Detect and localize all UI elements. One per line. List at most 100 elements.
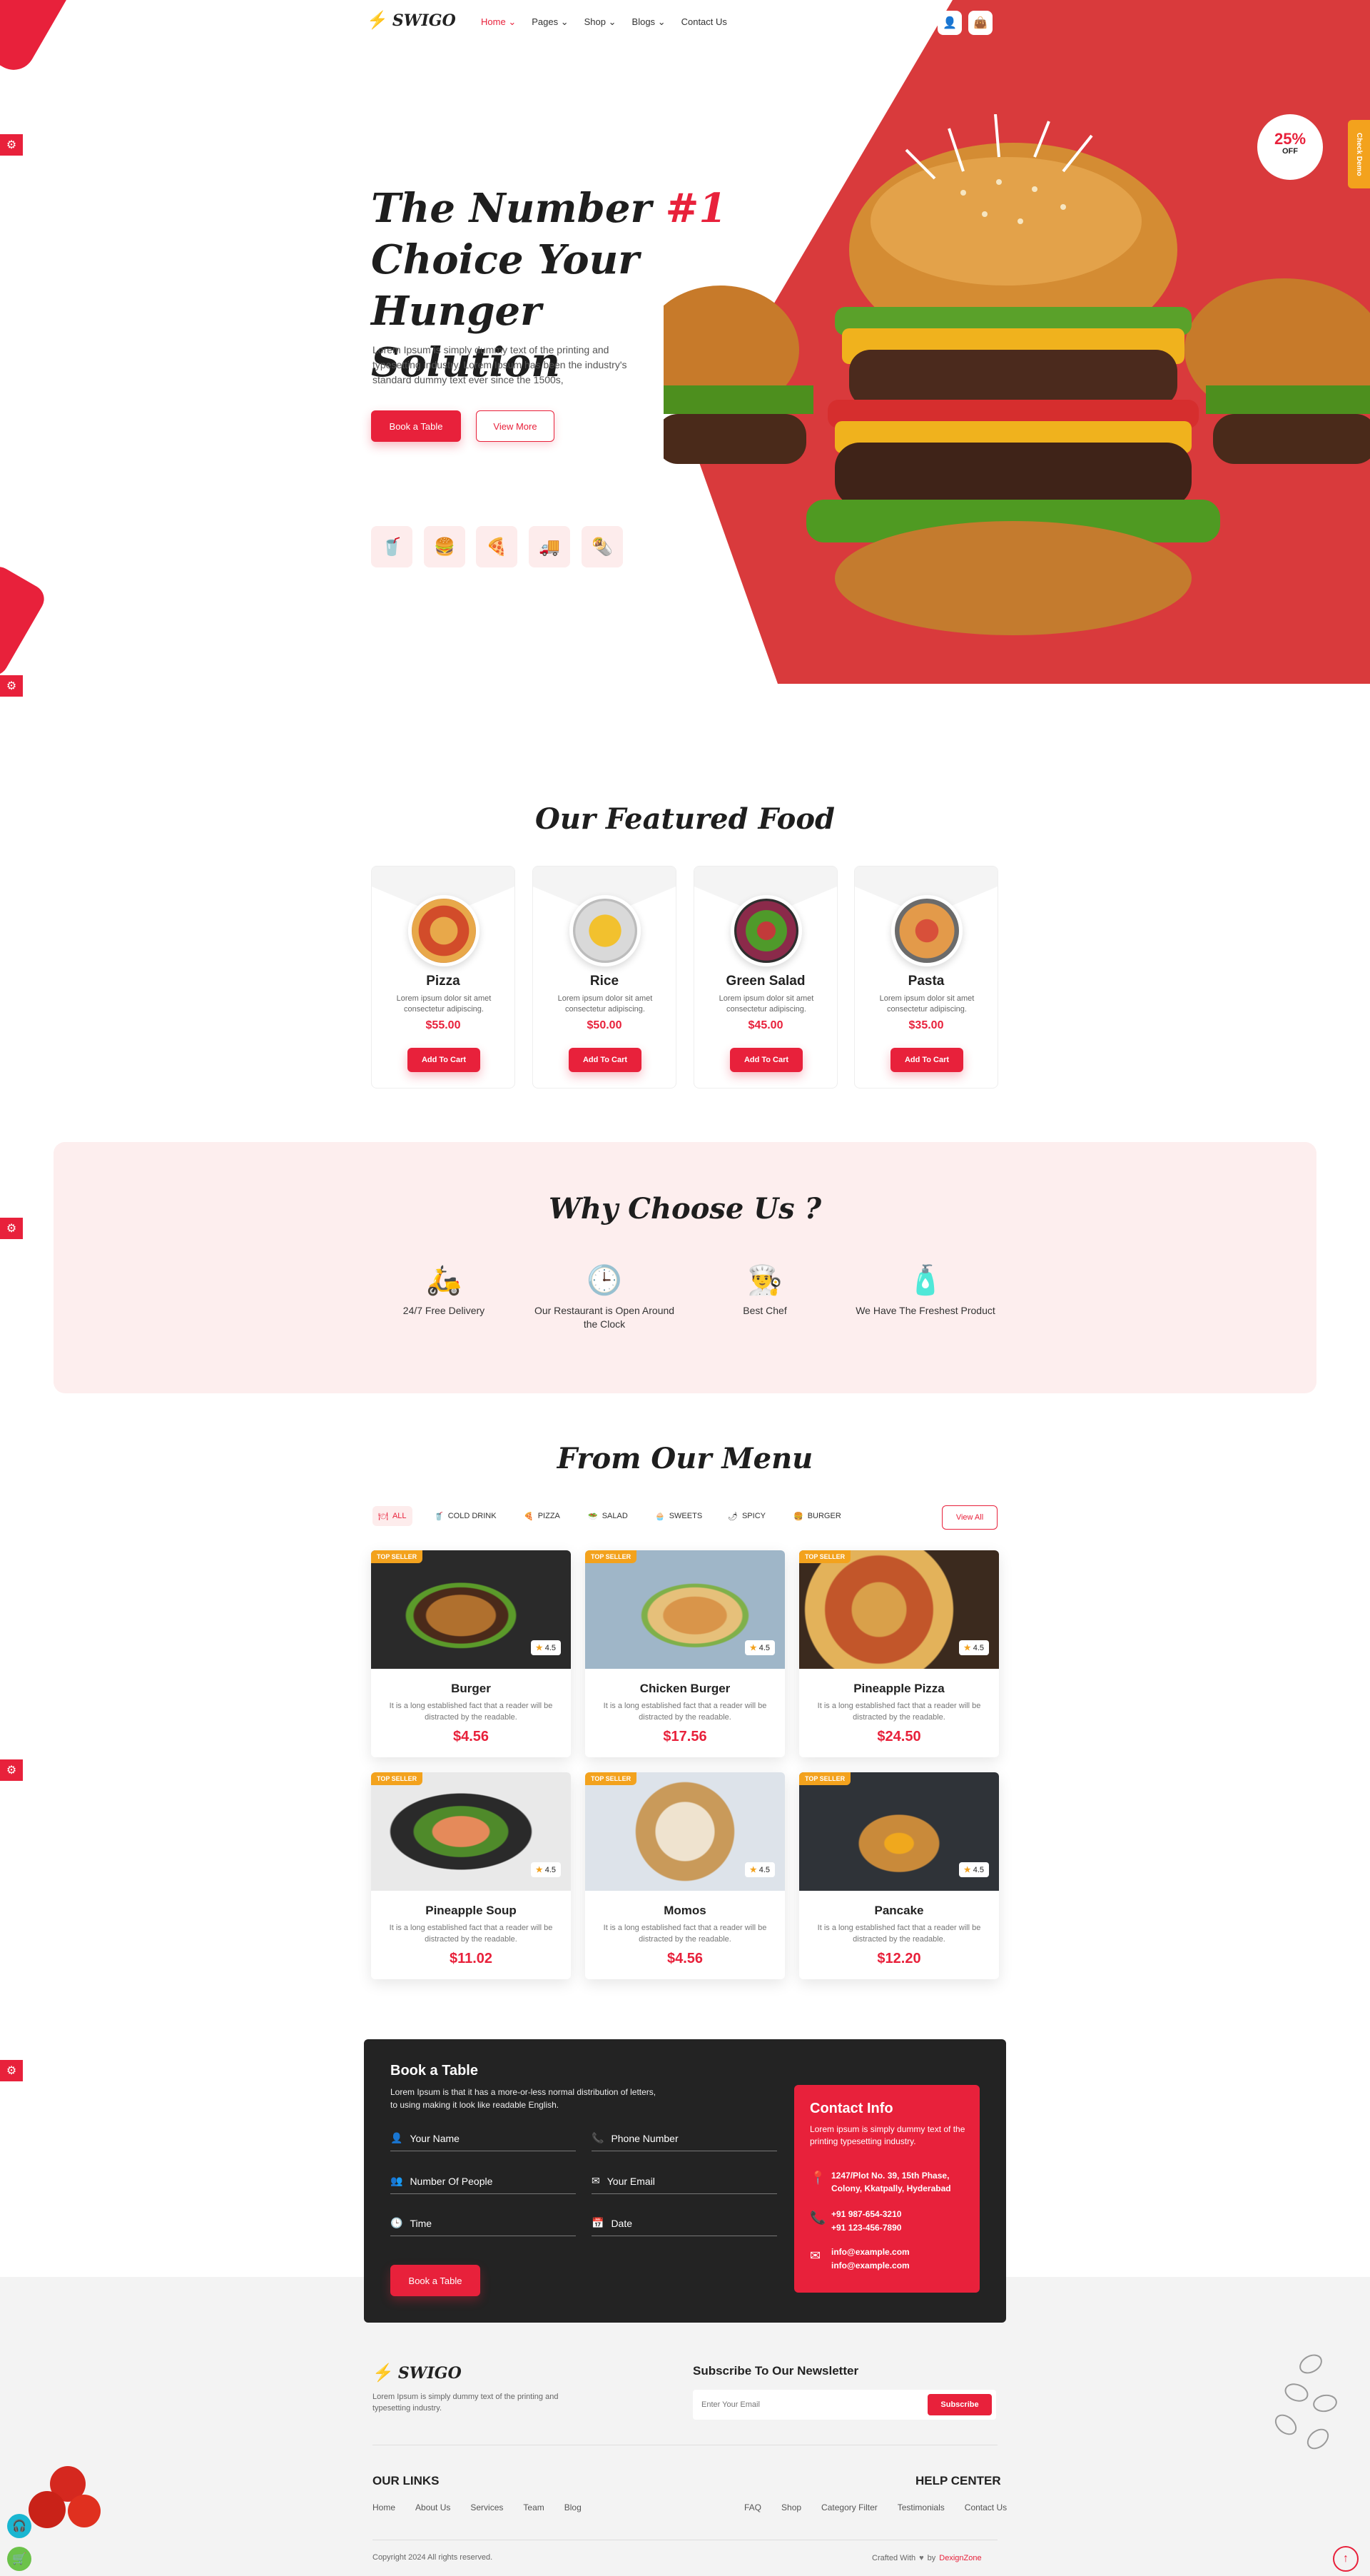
footer-link-services[interactable]: Services xyxy=(470,2502,503,2512)
logo-text: SWIGO xyxy=(397,2363,462,2383)
rice-image xyxy=(569,895,641,966)
date-field[interactable]: 📅 Date xyxy=(592,2211,777,2236)
time-field[interactable]: 🕒 Time xyxy=(390,2211,576,2236)
help-links: FAQ Shop Category Filter Testimonials Co… xyxy=(744,2502,1007,2512)
tab-spicy[interactable]: 🌶 SPICY xyxy=(722,1506,771,1526)
nav-pages[interactable]: Pages ⌄ xyxy=(532,16,568,28)
menu-card-chicken-burger[interactable]: TOP SELLER ★ 4.5 Chicken Burger It is a … xyxy=(585,1550,785,1757)
menu-item-name: Chicken Burger xyxy=(639,1682,731,1695)
burger-icon[interactable]: 🍔 xyxy=(424,526,465,567)
settings-gear-icon[interactable]: ⚙ xyxy=(0,134,23,156)
rating-value: 4.5 xyxy=(973,1866,984,1874)
footer-link-about[interactable]: About Us xyxy=(415,2502,450,2512)
contact-email-1[interactable]: info@example.com xyxy=(831,2247,910,2257)
pizza-glyph: 🍕 xyxy=(486,537,507,557)
footer-link-shop[interactable]: Shop xyxy=(781,2502,801,2512)
menu-item-price: $24.50 xyxy=(877,1729,921,1744)
chevron-down-icon: ⌄ xyxy=(657,16,666,27)
why-label: Best Chef xyxy=(743,1305,787,1316)
nav-home[interactable]: Home ⌄ xyxy=(481,16,516,28)
menu-card-burger[interactable]: TOP SELLER ★ 4.5 Burger It is a long est… xyxy=(371,1550,571,1757)
email-field[interactable]: ✉ Your Email xyxy=(592,2168,777,2194)
tab-sweets[interactable]: 🧁 SWEETS xyxy=(649,1506,708,1526)
nav-shop[interactable]: Shop ⌄ xyxy=(584,16,616,28)
tab-cold-drink[interactable]: 🥤 COLD DRINK xyxy=(428,1506,502,1526)
field-placeholder: Your Name xyxy=(410,2132,460,2144)
menu-card-pancake[interactable]: TOP SELLER ★ 4.5 Pancake It is a long es… xyxy=(799,1772,999,1979)
food-price: $50.00 xyxy=(587,1019,622,1031)
our-links: Home About Us Services Team Blog xyxy=(372,2502,602,2512)
tab-salad[interactable]: 🥗 SALAD xyxy=(582,1506,634,1526)
burrito-icon[interactable]: 🌯 xyxy=(582,526,623,567)
view-all-button[interactable]: View All xyxy=(942,1505,998,1530)
phone-field[interactable]: 📞 Phone Number xyxy=(592,2126,777,2151)
tab-label: COLD DRINK xyxy=(447,1512,497,1520)
buy-cart-button[interactable]: 🛒 xyxy=(7,2547,31,2571)
add-to-cart-button[interactable]: Add To Cart xyxy=(407,1048,480,1072)
scroll-top-button[interactable]: ↑ xyxy=(1333,2546,1359,2572)
footer-link-team[interactable]: Team xyxy=(523,2502,544,2512)
tab-label: SALAD xyxy=(602,1512,628,1520)
add-to-cart-button[interactable]: Add To Cart xyxy=(890,1048,963,1072)
user-button[interactable]: 👤 xyxy=(938,11,962,35)
hero-title-highlight: #1 xyxy=(665,185,727,232)
contact-email-2[interactable]: info@example.com xyxy=(831,2261,910,2271)
add-to-cart-button[interactable]: Add To Cart xyxy=(569,1048,641,1072)
logo-text: SWIGO xyxy=(392,11,456,30)
check-demo-tab[interactable]: Check Demo xyxy=(1348,120,1370,188)
tab-burger[interactable]: 🍔 BURGER xyxy=(788,1506,847,1526)
footer-link-home[interactable]: Home xyxy=(372,2502,395,2512)
book-table-button[interactable]: Book a Table xyxy=(371,410,461,442)
menu-item-name: Pineapple Soup xyxy=(425,1904,517,1917)
subscribe-button[interactable]: Subscribe xyxy=(928,2394,992,2415)
nav-blogs[interactable]: Blogs ⌄ xyxy=(632,16,666,28)
tab-all[interactable]: 🍽 ALL xyxy=(372,1506,412,1526)
clock-icon: 🕒 xyxy=(390,2217,403,2228)
logo[interactable]: ⚡ SWIGO xyxy=(367,10,456,31)
people-field[interactable]: 👥 Number Of People xyxy=(390,2168,576,2194)
settings-gear-icon[interactable]: ⚙ xyxy=(0,1759,23,1781)
footer-logo[interactable]: ⚡ SWIGO xyxy=(372,2363,462,2383)
settings-gear-icon[interactable]: ⚙ xyxy=(0,675,23,697)
menu-card-pineapple-pizza[interactable]: TOP SELLER ★ 4.5 Pineapple Pizza It is a… xyxy=(799,1550,999,1757)
menu-item-name: Pineapple Pizza xyxy=(853,1682,945,1695)
pizza-icon[interactable]: 🍕 xyxy=(476,526,517,567)
drink-icon: 🥤 xyxy=(434,1512,444,1521)
footer-link-blog[interactable]: Blog xyxy=(564,2502,582,2512)
clock-icon: 🕒 xyxy=(587,1265,622,1296)
menu-item-price: $11.02 xyxy=(449,1951,493,1966)
mail-icon: ✉ xyxy=(810,2248,821,2263)
drink-icon[interactable]: 🥤 xyxy=(371,526,412,567)
footer-link-testimonials[interactable]: Testimonials xyxy=(898,2502,945,2512)
footer-link-faq[interactable]: FAQ xyxy=(744,2502,761,2512)
salad-image xyxy=(731,895,802,966)
footer-link-contact[interactable]: Contact Us xyxy=(965,2502,1007,2512)
nav-contact[interactable]: Contact Us xyxy=(681,16,727,28)
nav-blogs-label: Blogs xyxy=(631,16,656,27)
tab-pizza[interactable]: 🍕 PIZZA xyxy=(518,1506,566,1526)
booking-submit-button[interactable]: Book a Table xyxy=(390,2265,480,2296)
menu-item-price: $12.20 xyxy=(877,1951,921,1966)
crafted-brand[interactable]: DexignZone xyxy=(939,2554,981,2562)
why-item-chef: 👨‍🍳 Best Chef xyxy=(694,1263,836,1318)
food-truck-icon[interactable]: 🚚 xyxy=(529,526,570,567)
name-field[interactable]: 👤 Your Name xyxy=(390,2126,576,2151)
why-label: We Have The Freshest Product xyxy=(856,1305,995,1316)
food-price: $55.00 xyxy=(425,1019,461,1031)
bag-icon: 👜 xyxy=(973,17,988,29)
menu-card-pineapple-soup[interactable]: TOP SELLER ★ 4.5 Pineapple Soup It is a … xyxy=(371,1772,571,1979)
logo-icon: ⚡ xyxy=(372,2363,394,2383)
view-more-button[interactable]: View More xyxy=(476,410,554,442)
truck-glyph: 🚚 xyxy=(539,537,560,557)
menu-item-name: Momos xyxy=(664,1904,706,1917)
footer-link-category-filter[interactable]: Category Filter xyxy=(821,2502,878,2512)
settings-gear-icon[interactable]: ⚙ xyxy=(0,2060,23,2081)
map-pin-icon: 📍 xyxy=(810,2171,826,2185)
add-to-cart-button[interactable]: Add To Cart xyxy=(730,1048,803,1072)
rating-value: 4.5 xyxy=(544,1644,556,1652)
copyright: Copyright 2024 All rights reserved. xyxy=(372,2553,493,2562)
support-chat-button[interactable]: 🎧 xyxy=(7,2514,31,2538)
menu-card-momos[interactable]: TOP SELLER ★ 4.5 Momos It is a long esta… xyxy=(585,1772,785,1979)
newsletter-email-input[interactable] xyxy=(701,2397,915,2413)
cart-button[interactable]: 👜 xyxy=(968,11,993,35)
